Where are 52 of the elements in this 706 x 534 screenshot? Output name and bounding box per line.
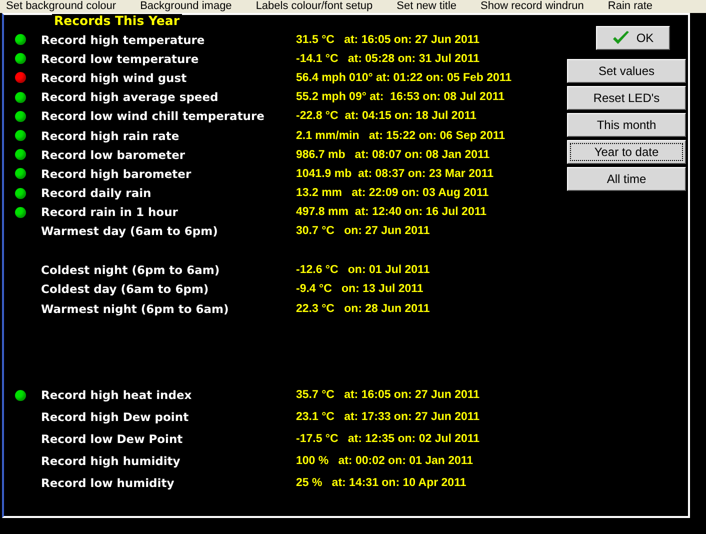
menu-item[interactable]: Set new title (396, 1, 457, 12)
record-label: Record high rain rate (41, 128, 180, 143)
action-button[interactable]: All time (567, 167, 686, 191)
record-label: Record high barometer (41, 166, 192, 181)
record-label: Record rain in 1 hour (41, 205, 179, 220)
record-label: Warmest day (6am to 6pm) (41, 224, 219, 238)
record-value: -22.8 °C at: 04:15 on: 18 Jul 2011 (296, 110, 476, 122)
record-value: 1041.9 mb at: 08:37 on: 23 Mar 2011 (296, 168, 494, 180)
record-label: Record high humidity (41, 454, 182, 468)
ok-button[interactable]: OK (596, 26, 670, 50)
record-label: Record daily rain (41, 186, 152, 200)
record-label: Coldest day (6am to 6pm) (41, 282, 210, 296)
record-value: 25 % at: 14:31 on: 10 Apr 2011 (296, 476, 466, 489)
checkmark-icon (612, 30, 630, 46)
record-label: Record low humidity (41, 476, 176, 490)
menu-item[interactable]: Rain rate (608, 1, 653, 12)
menu-item[interactable]: Background image (140, 1, 232, 12)
record-label: Record low Dew Point (41, 432, 184, 446)
record-value: 497.8 mm at: 12:40 on: 16 Jul 2011 (296, 206, 486, 218)
record-label: Warmest night (6pm to 6am) (41, 302, 230, 316)
menu-item[interactable]: Set background colour (6, 1, 116, 12)
record-label: Record high average speed (41, 90, 220, 104)
record-value: 30.7 °C on: 27 Jun 2011 (296, 225, 430, 238)
record-value: 23.1 °C at: 17:33 on: 27 Jun 2011 (296, 411, 480, 424)
record-value: 55.2 mph 09° at: 16:53 on: 08 Jul 2011 (296, 91, 505, 104)
menu-item[interactable]: Labels colour/font setup (256, 1, 373, 12)
record-label: Coldest night (6pm to 6am) (41, 262, 221, 277)
record-label: Record high temperature (41, 32, 206, 47)
action-button[interactable]: Set values (567, 59, 686, 83)
panel-title: Records This Year (52, 14, 182, 28)
record-value: 31.5 °C at: 16:05 on: 27 Jun 2011 (296, 34, 480, 46)
record-label: Record low barometer (41, 148, 186, 162)
record-value: 35.7 °C at: 16:05 on: 27 Jun 2011 (296, 389, 480, 402)
record-label: Record high wind gust (41, 70, 188, 85)
record-value: 986.7 mb at: 08:07 on: 08 Jan 2011 (296, 148, 490, 161)
menu-item[interactable]: Show record windrun (480, 1, 584, 12)
record-value: 2.1 mm/min at: 15:22 on: 06 Sep 2011 (296, 130, 506, 142)
record-label: Record low temperature (41, 52, 200, 66)
record-value: -9.4 °C on: 13 Jul 2011 (296, 283, 424, 296)
record-value: 13.2 mm at: 22:09 on: 03 Aug 2011 (296, 187, 489, 200)
record-label: Record low wind chill temperature (41, 109, 266, 124)
record-value: 100 % at: 00:02 on: 01 Jan 2011 (296, 454, 474, 467)
record-value: -12.6 °C on: 01 Jul 2011 (296, 264, 430, 276)
record-value: -14.1 °C at: 05:28 on: 31 Jul 2011 (296, 52, 480, 65)
record-value: -17.5 °C at: 12:35 on: 02 Jul 2011 (296, 433, 480, 446)
action-button[interactable]: This month (567, 113, 686, 137)
record-value: 22.3 °C on: 28 Jun 2011 (296, 302, 430, 315)
record-value: 56.4 mph 010° at: 01:22 on: 05 Feb 2011 (296, 72, 512, 84)
record-label: Record high Dew point (41, 410, 190, 424)
action-button[interactable]: Reset LED's (567, 86, 686, 110)
action-button[interactable]: Year to date (567, 140, 686, 164)
record-label: Record high heat index (41, 388, 193, 402)
